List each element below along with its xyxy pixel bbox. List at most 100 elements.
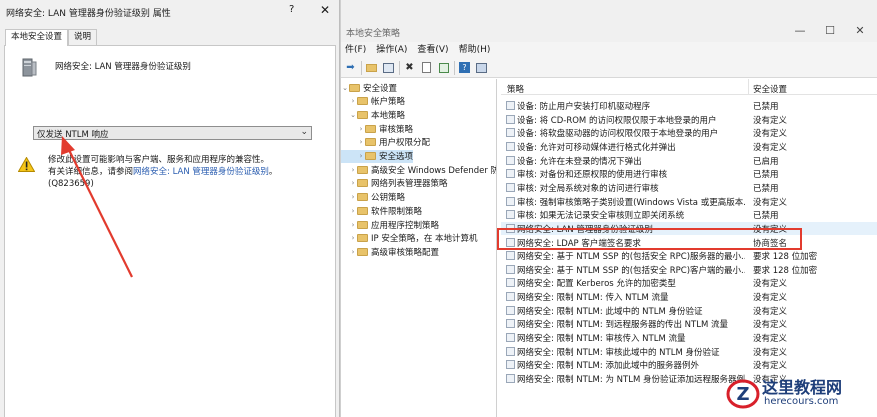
- policy-row[interactable]: 网络安全: 限制 NTLM: 添加此域中的服务器例外 没有定义: [501, 358, 877, 371]
- tree-item[interactable]: › 安全选项: [341, 149, 414, 163]
- policy-row-setting: 没有定义: [753, 115, 788, 126]
- tree-item[interactable]: › IP 安全策略，在 本地计算机: [341, 232, 478, 245]
- policy-row-name: 网络安全: 基于 NTLM SSP 的(包括安全 RPC)服务器的最小...: [517, 252, 745, 263]
- minimize-button[interactable]: —: [789, 24, 811, 38]
- list-header: 策略 安全设置: [501, 79, 877, 95]
- policy-row[interactable]: 网络安全: 限制 NTLM: 审核传入 NTLM 流量 没有定义: [501, 331, 877, 344]
- folder-icon: [349, 83, 360, 92]
- policy-row[interactable]: 网络安全: 基于 NTLM SSP 的(包括安全 RPC)服务器的最小... 要求…: [501, 249, 877, 262]
- forward-icon[interactable]: ➡: [344, 61, 357, 74]
- collapsed-chevron-icon[interactable]: ›: [349, 97, 357, 105]
- expanded-chevron-icon[interactable]: ⌄: [341, 84, 349, 92]
- tab-strip: 本地安全设置 说明: [5, 29, 98, 46]
- bg-close-button[interactable]: ✕: [849, 24, 871, 38]
- collapsed-chevron-icon[interactable]: ›: [357, 138, 365, 146]
- tree-item-label: 高级审核策略配置: [371, 247, 440, 258]
- expanded-chevron-icon[interactable]: ⌄: [349, 111, 357, 119]
- tab-panel: [4, 45, 336, 417]
- policy-row[interactable]: 网络安全: 配置 Kerberos 允许的加密类型 没有定义: [501, 276, 877, 289]
- policy-row[interactable]: 网络安全: 限制 NTLM: 到远程服务器的传出 NTLM 流量 没有定义: [501, 317, 877, 330]
- policy-row[interactable]: 审核: 强制审核策略子类别设置(Windows Vista 或更高版本... 没有…: [501, 195, 877, 208]
- tab-local-security-setting[interactable]: 本地安全设置: [5, 29, 69, 46]
- policy-row[interactable]: 设备: 将 CD-ROM 的访问权限仅限于本地登录的用户 没有定义: [501, 113, 877, 126]
- policy-row-name: 网络安全: 基于 NTLM SSP 的(包括安全 RPC)客户端的最小...: [517, 265, 745, 276]
- tree-item[interactable]: › 高级安全 Windows Defender 防火墙: [341, 163, 496, 176]
- policy-row[interactable]: 网络安全: 限制 NTLM: 传入 NTLM 流量 没有定义: [501, 290, 877, 303]
- help-link[interactable]: 网络安全: LAN 管理器身份验证级别: [133, 167, 269, 177]
- tree-item[interactable]: › 软件限制策略: [341, 204, 422, 217]
- tree-item[interactable]: › 公钥策略: [341, 191, 405, 204]
- help-icon[interactable]: ?: [458, 61, 471, 74]
- maximize-button[interactable]: ☐: [819, 24, 841, 38]
- collapsed-chevron-icon[interactable]: ›: [349, 221, 357, 229]
- policy-row[interactable]: 设备: 将软盘驱动器的访问权限仅限于本地登录的用户 没有定义: [501, 126, 877, 139]
- up-folder-icon[interactable]: [365, 61, 378, 74]
- chevron-down-icon: ⌄: [300, 127, 308, 137]
- policy-row-name: 网络安全: 限制 NTLM: 审核传入 NTLM 流量: [517, 334, 686, 345]
- policy-row[interactable]: 审核: 如果无法记录安全审核则立即关闭系统 已禁用: [501, 208, 877, 221]
- policy-icon: [506, 264, 515, 274]
- policy-row[interactable]: 审核: 对全局系统对象的访问进行审核 已禁用: [501, 181, 877, 194]
- auth-level-dropdown[interactable]: 仅发送 NTLM 响应 ⌄: [33, 126, 312, 140]
- export-list-icon[interactable]: [437, 61, 450, 74]
- policy-row-setting: 要求 128 位加密: [753, 265, 818, 276]
- policy-icon: [506, 305, 515, 315]
- collapsed-chevron-icon[interactable]: ›: [349, 179, 357, 187]
- warning-kb-reference: (Q823659): [48, 179, 94, 189]
- policy-icon: [506, 196, 515, 206]
- tree-item[interactable]: ⌄ 本地策略: [341, 108, 405, 121]
- help-button[interactable]: ?: [289, 4, 294, 15]
- tree-item[interactable]: › 审核策略: [341, 122, 413, 135]
- policy-icon: [506, 278, 515, 288]
- collapsed-chevron-icon[interactable]: ›: [349, 248, 357, 256]
- column-divider[interactable]: [748, 79, 749, 95]
- console-icon[interactable]: [475, 61, 488, 74]
- collapsed-chevron-icon[interactable]: ›: [349, 166, 357, 174]
- watermark-logo-icon: Z: [726, 379, 760, 409]
- column-header-policy[interactable]: 策略: [507, 83, 524, 95]
- collapsed-chevron-icon[interactable]: ›: [357, 152, 365, 160]
- show-hide-tree-icon[interactable]: [382, 61, 395, 74]
- policy-row-name: 审核: 对全局系统对象的访问进行审核: [517, 183, 659, 194]
- policy-row[interactable]: 设备: 防止用户安装打印机驱动程序 已禁用: [501, 99, 877, 112]
- policy-row[interactable]: 网络安全: 基于 NTLM SSP 的(包括安全 RPC)客户端的最小... 要求…: [501, 263, 877, 276]
- folder-icon: [357, 97, 368, 106]
- dropdown-selected-value: 仅发送 NTLM 响应: [37, 130, 109, 140]
- policy-icon: [506, 251, 515, 261]
- bg-window-title: 本地安全策略: [346, 29, 401, 39]
- policy-row-setting: 要求 128 位加密: [753, 252, 818, 263]
- close-button[interactable]: ✕: [320, 3, 330, 17]
- tree-item[interactable]: ⌄ 安全设置: [341, 81, 397, 94]
- tab-explain[interactable]: 说明: [68, 29, 98, 45]
- menu-help[interactable]: 帮助(H): [459, 42, 491, 58]
- policy-row[interactable]: 设备: 允许对可移动媒体进行格式化并弹出 没有定义: [501, 140, 877, 153]
- policy-row-setting: 没有定义: [753, 197, 788, 208]
- tree-item[interactable]: › 用户权限分配: [341, 136, 430, 149]
- tree-item[interactable]: › 网络列表管理器策略: [341, 177, 448, 190]
- tree-item-label: 本地策略: [371, 110, 406, 121]
- tree-item-label: 安全选项: [379, 152, 414, 162]
- menu-file[interactable]: 件(F): [345, 42, 366, 58]
- policy-row-setting: 没有定义: [753, 142, 788, 153]
- delete-icon[interactable]: ✖: [403, 61, 416, 74]
- policy-row[interactable]: 设备: 允许在未登录的情况下弹出 已启用: [501, 154, 877, 167]
- tree-item[interactable]: › 帐户策略: [341, 95, 405, 108]
- menu-action[interactable]: 操作(A): [376, 42, 407, 58]
- tree-item[interactable]: › 应用程序控制策略: [341, 218, 439, 231]
- collapsed-chevron-icon[interactable]: ›: [357, 125, 365, 133]
- properties-dialog: 网络安全: LAN 管理器身份验证级别 属性 ? ✕ 本地安全设置 说明 网络安…: [0, 0, 340, 417]
- policy-row-name: 网络安全: 限制 NTLM: 传入 NTLM 流量: [517, 293, 669, 304]
- policy-row[interactable]: 网络安全: 限制 NTLM: 此域中的 NTLM 身份验证 没有定义: [501, 304, 877, 317]
- highlight-box: [497, 228, 802, 250]
- policy-row[interactable]: 网络安全: 限制 NTLM: 审核此域中的 NTLM 身份验证 没有定义: [501, 345, 877, 358]
- collapsed-chevron-icon[interactable]: ›: [349, 207, 357, 215]
- properties-icon[interactable]: [420, 61, 433, 74]
- toolbar-separator: [454, 60, 455, 75]
- menu-view[interactable]: 查看(V): [417, 42, 448, 58]
- tree-item-label: 高级安全 Windows Defender 防火墙: [371, 165, 496, 176]
- collapsed-chevron-icon[interactable]: ›: [349, 234, 357, 242]
- column-header-setting[interactable]: 安全设置: [753, 83, 787, 95]
- collapsed-chevron-icon[interactable]: ›: [349, 193, 357, 201]
- tree-item[interactable]: › 高级审核策略配置: [341, 245, 439, 258]
- policy-row[interactable]: 审核: 对备份和还原权限的使用进行审核 已禁用: [501, 167, 877, 180]
